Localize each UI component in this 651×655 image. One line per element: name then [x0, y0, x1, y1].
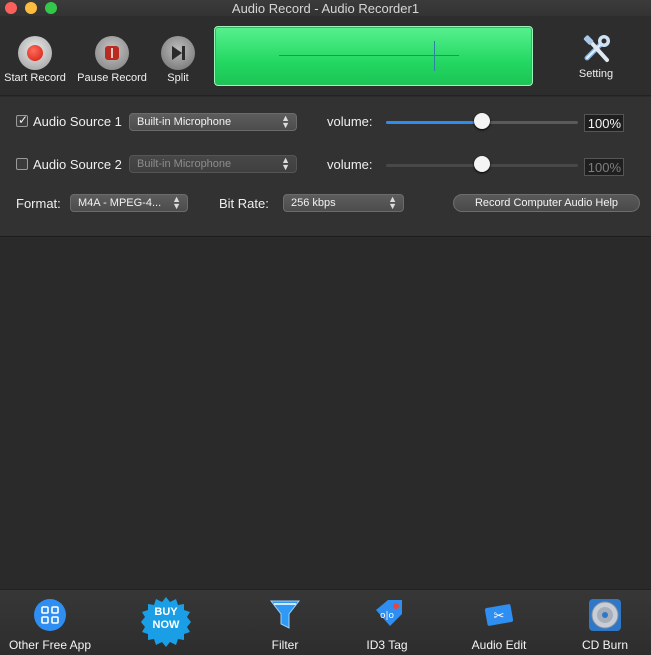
volume-1-slider-fill	[386, 121, 482, 124]
audio-source-2-device-value: Built-in Microphone	[137, 158, 232, 170]
volume-2-label: volume:	[327, 157, 373, 172]
cd-disc-icon	[589, 599, 621, 631]
audio-source-1-device-select[interactable]: Built-in Microphone ▲ ▼	[129, 113, 297, 131]
id3-tag-label: ID3 Tag	[366, 638, 408, 652]
recording-list-area	[0, 238, 651, 589]
window-title: Audio Record - Audio Recorder1	[231, 1, 420, 16]
waveform-cursor	[434, 41, 435, 71]
volume-1-slider-knob[interactable]	[474, 113, 490, 129]
toolbar: Start Record Pause Record Split Setting	[0, 16, 651, 96]
title-bar: Audio Record - Audio Recorder1	[0, 0, 651, 16]
audio-source-1-label: Audio Source 1	[33, 114, 122, 129]
svg-text:o|o: o|o	[380, 611, 395, 621]
pause-record-label: Pause Record	[77, 72, 147, 84]
format-label: Format:	[16, 196, 61, 211]
bitrate-label: Bit Rate:	[219, 196, 269, 211]
audio-source-1-device-value: Built-in Microphone	[137, 116, 232, 128]
select-arrows-icon: ▲ ▼	[281, 155, 290, 172]
start-record-label: Start Record	[4, 72, 66, 84]
id3-tag-button[interactable]: o|o ID3 Tag	[357, 590, 417, 655]
pause-icon	[95, 36, 129, 70]
bottom-toolbar: Other Free App BUY NOW Filter o|o ID3 Ta…	[0, 589, 651, 655]
bitrate-select[interactable]: 256 kbps ▲ ▼	[283, 194, 404, 212]
record-computer-audio-help-button[interactable]: Record Computer Audio Help	[453, 194, 640, 212]
other-free-app-label: Other Free App	[8, 638, 92, 652]
audio-source-2-label: Audio Source 2	[33, 157, 122, 172]
volume-1-percent: 100%	[584, 114, 624, 132]
svg-text:✂: ✂	[494, 609, 505, 624]
cd-burn-button[interactable]: CD Burn	[575, 590, 635, 655]
waveform-baseline	[279, 55, 459, 56]
format-value: M4A - MPEG-4...	[78, 197, 162, 209]
audio-edit-label: Audio Edit	[471, 638, 527, 652]
start-record-button[interactable]: Start Record	[0, 16, 70, 96]
setting-label: Setting	[578, 68, 614, 80]
setting-button[interactable]: Setting	[569, 16, 623, 96]
format-select[interactable]: M4A - MPEG-4... ▲ ▼	[70, 194, 188, 212]
tools-icon	[583, 35, 610, 62]
cd-burn-label: CD Burn	[581, 638, 628, 652]
audio-source-2-checkbox[interactable]	[16, 158, 28, 170]
audio-edit-button[interactable]: ✂ Audio Edit	[465, 590, 533, 655]
scissors-audio-icon: ✂	[484, 604, 514, 626]
split-label: Split	[167, 72, 189, 84]
select-arrows-icon: ▲ ▼	[172, 194, 181, 211]
split-button[interactable]: Split	[155, 16, 201, 96]
other-free-app-button[interactable]: Other Free App	[0, 590, 100, 655]
volume-1-label: volume:	[327, 114, 373, 129]
select-arrows-icon: ▲ ▼	[281, 113, 290, 130]
waveform-display	[214, 26, 533, 86]
app-grid-icon	[34, 599, 66, 631]
split-icon	[161, 36, 195, 70]
bitrate-value: 256 kbps	[291, 197, 336, 209]
select-arrows-icon: ▲ ▼	[388, 194, 397, 211]
filter-label: Filter	[271, 638, 299, 652]
funnel-icon	[269, 600, 301, 629]
buy-now-label: BUY NOW	[152, 606, 180, 631]
source-settings-panel: Audio Source 1 Built-in Microphone ▲▼ vo…	[0, 97, 651, 237]
volume-2-slider-knob[interactable]	[474, 156, 490, 172]
tag-icon: o|o	[376, 600, 402, 626]
pause-record-button[interactable]: Pause Record	[76, 16, 148, 96]
audio-source-2-device-select[interactable]: Built-in Microphone ▲ ▼	[129, 155, 297, 173]
record-icon	[18, 36, 52, 70]
audio-source-1-checkbox[interactable]	[16, 113, 28, 127]
volume-2-percent: 100%	[584, 158, 624, 176]
filter-button[interactable]: Filter	[255, 590, 315, 655]
buy-now-button[interactable]: BUY NOW	[138, 590, 194, 655]
